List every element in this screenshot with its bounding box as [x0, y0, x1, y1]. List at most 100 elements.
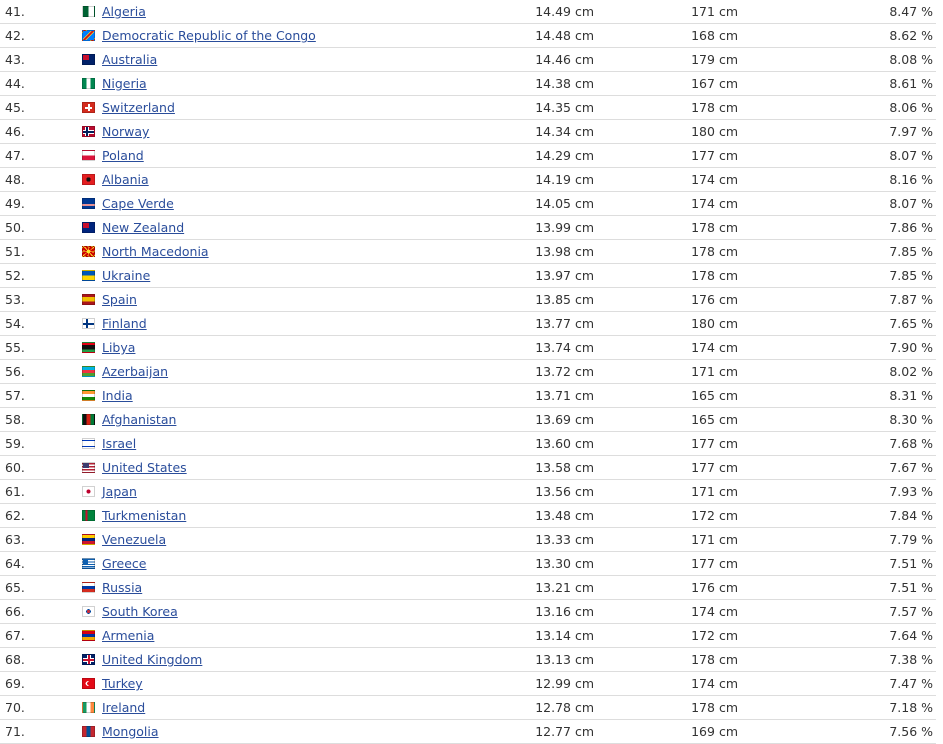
country-link[interactable]: Azerbaijan	[102, 364, 168, 379]
country-link[interactable]: Democratic Republic of the Congo	[102, 28, 316, 43]
rank-cell: 58.	[0, 407, 74, 432]
algeria-flag-icon	[82, 6, 95, 17]
country-link[interactable]: Mongolia	[102, 724, 159, 739]
north-macedonia-flag-icon	[82, 246, 95, 257]
country-link[interactable]: Switzerland	[102, 100, 175, 115]
country-link[interactable]: Australia	[102, 52, 157, 67]
country-cell: Azerbaijan	[74, 359, 459, 384]
rank-cell: 57.	[0, 383, 74, 408]
ukraine-flag-icon	[82, 270, 95, 281]
country-link[interactable]: Afghanistan	[102, 412, 176, 427]
ratio-cell: 7.64 %	[738, 623, 936, 648]
country-link[interactable]: Poland	[102, 148, 144, 163]
length-cell: 13.85 cm	[459, 287, 594, 312]
length-cell: 14.35 cm	[459, 95, 594, 120]
height-cell: 177 cm	[594, 551, 738, 576]
country-link[interactable]: North Macedonia	[102, 244, 209, 259]
country-link[interactable]: Turkey	[102, 676, 143, 691]
country-link[interactable]: Greece	[102, 556, 147, 571]
rank-cell: 70.	[0, 695, 74, 720]
length-cell: 13.30 cm	[459, 551, 594, 576]
rank-cell: 67.	[0, 623, 74, 648]
country-link[interactable]: United States	[102, 460, 187, 475]
rank-cell: 71.	[0, 719, 74, 744]
rank-cell: 65.	[0, 575, 74, 600]
ratio-cell: 7.84 %	[738, 503, 936, 528]
country-link[interactable]: Japan	[102, 484, 137, 499]
length-cell: 12.77 cm	[459, 719, 594, 744]
country-link[interactable]: Libya	[102, 340, 135, 355]
height-cell: 172 cm	[594, 623, 738, 648]
table-row: 55. Libya 13.74 cm 174 cm 7.90 %	[0, 335, 936, 360]
rank-cell: 60.	[0, 455, 74, 480]
country-cell: South Korea	[74, 599, 459, 624]
length-cell: 13.56 cm	[459, 479, 594, 504]
table-row: 71. Mongolia 12.77 cm 169 cm 7.56 %	[0, 719, 936, 744]
length-cell: 14.49 cm	[459, 0, 594, 24]
ratio-cell: 8.62 %	[738, 23, 936, 48]
height-cell: 174 cm	[594, 599, 738, 624]
table-row: 53. Spain 13.85 cm 176 cm 7.87 %	[0, 287, 936, 312]
country-link[interactable]: Nigeria	[102, 76, 147, 91]
spain-flag-icon	[82, 294, 95, 305]
country-cell: Norway	[74, 119, 459, 144]
length-cell: 13.97 cm	[459, 263, 594, 288]
country-cell: Israel	[74, 431, 459, 456]
height-cell: 178 cm	[594, 647, 738, 672]
country-link[interactable]: Norway	[102, 124, 149, 139]
south-korea-flag-icon	[82, 606, 95, 617]
length-cell: 13.72 cm	[459, 359, 594, 384]
ratio-cell: 7.47 %	[738, 671, 936, 696]
table-row: 66. South Korea 13.16 cm 174 cm 7.57 %	[0, 599, 936, 624]
length-cell: 13.74 cm	[459, 335, 594, 360]
length-cell: 12.99 cm	[459, 671, 594, 696]
height-cell: 177 cm	[594, 143, 738, 168]
country-link[interactable]: United Kingdom	[102, 652, 202, 667]
country-cell: Libya	[74, 335, 459, 360]
table-row: 56. Azerbaijan 13.72 cm 171 cm 8.02 %	[0, 359, 936, 384]
country-link[interactable]: Ireland	[102, 700, 145, 715]
azerbaijan-flag-icon	[82, 366, 95, 377]
length-cell: 13.14 cm	[459, 623, 594, 648]
country-link[interactable]: New Zealand	[102, 220, 184, 235]
country-cell: Ukraine	[74, 263, 459, 288]
length-cell: 14.29 cm	[459, 143, 594, 168]
height-cell: 168 cm	[594, 23, 738, 48]
height-cell: 171 cm	[594, 527, 738, 552]
country-link[interactable]: Spain	[102, 292, 137, 307]
ratio-cell: 7.57 %	[738, 599, 936, 624]
length-cell: 13.58 cm	[459, 455, 594, 480]
table-row: 64. Greece 13.30 cm 177 cm 7.51 %	[0, 551, 936, 576]
rank-cell: 56.	[0, 359, 74, 384]
country-cell: Switzerland	[74, 95, 459, 120]
ratio-cell: 7.79 %	[738, 527, 936, 552]
country-link[interactable]: Albania	[102, 172, 149, 187]
united-kingdom-flag-icon	[82, 654, 95, 665]
height-cell: 169 cm	[594, 719, 738, 744]
country-cell: Nigeria	[74, 71, 459, 96]
height-cell: 165 cm	[594, 383, 738, 408]
ratio-cell: 8.07 %	[738, 191, 936, 216]
ratio-cell: 7.87 %	[738, 287, 936, 312]
country-link[interactable]: Ukraine	[102, 268, 150, 283]
country-link[interactable]: Armenia	[102, 628, 154, 643]
country-link[interactable]: Finland	[102, 316, 147, 331]
rank-cell: 61.	[0, 479, 74, 504]
table-row: 42. Democratic Republic of the Congo 14.48…	[0, 23, 936, 48]
country-link[interactable]: Algeria	[102, 4, 146, 19]
country-link[interactable]: Russia	[102, 580, 142, 595]
country-link[interactable]: Turkmenistan	[102, 508, 186, 523]
country-link[interactable]: Venezuela	[102, 532, 166, 547]
rank-cell: 47.	[0, 143, 74, 168]
ratio-cell: 7.86 %	[738, 215, 936, 240]
united-states-flag-icon	[82, 462, 95, 473]
libya-flag-icon	[82, 342, 95, 353]
country-link[interactable]: Israel	[102, 436, 136, 451]
country-link[interactable]: Cape Verde	[102, 196, 174, 211]
country-link[interactable]: South Korea	[102, 604, 178, 619]
country-cell: Greece	[74, 551, 459, 576]
table-row: 43. Australia 14.46 cm 179 cm 8.08 %	[0, 47, 936, 72]
country-link[interactable]: India	[102, 388, 133, 403]
length-cell: 13.99 cm	[459, 215, 594, 240]
ratio-cell: 7.67 %	[738, 455, 936, 480]
